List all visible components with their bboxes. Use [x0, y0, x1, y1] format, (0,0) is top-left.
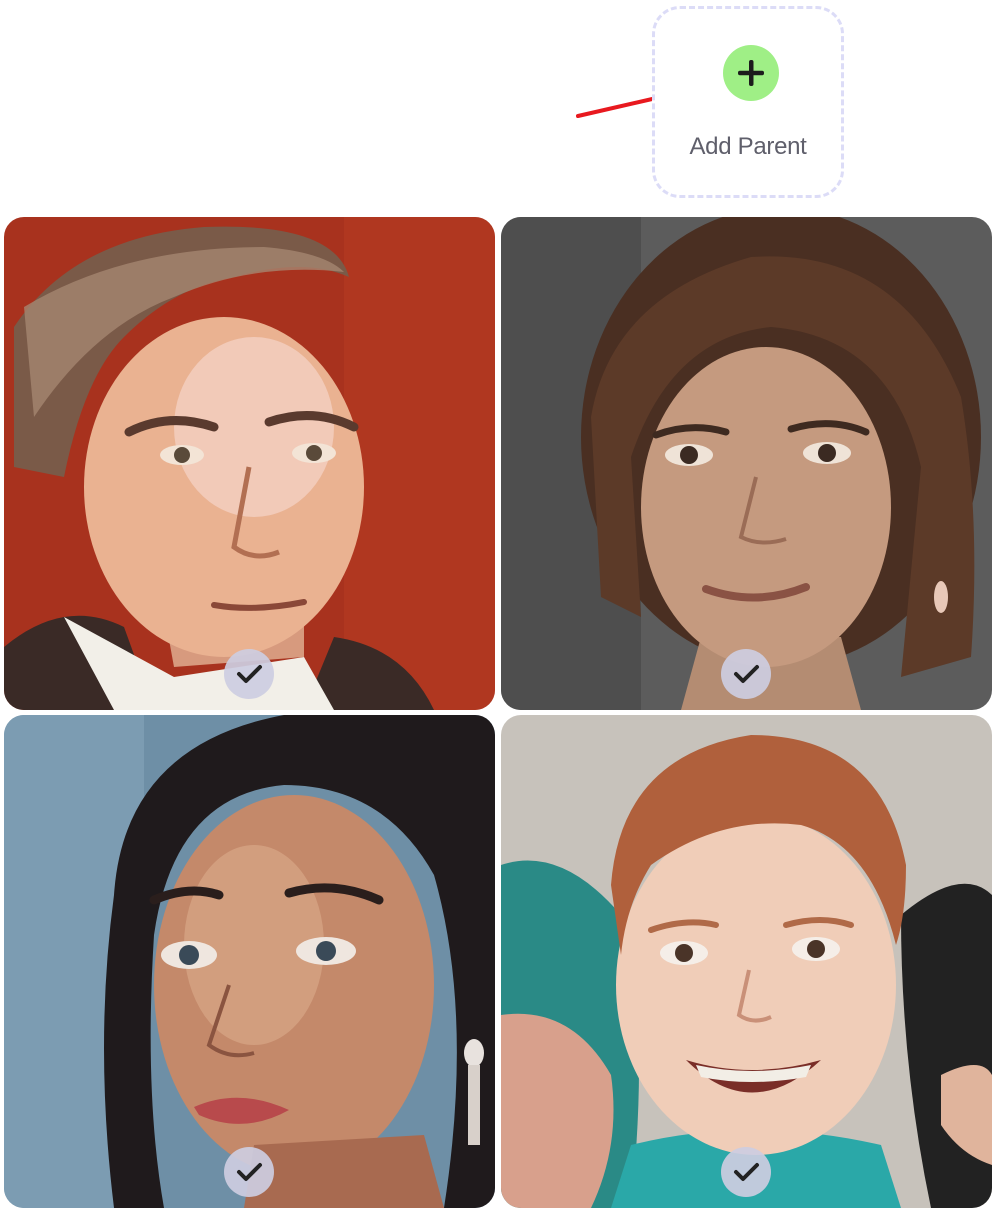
- portrait-image: [501, 715, 992, 1208]
- photo-tile[interactable]: [501, 715, 992, 1208]
- check-icon[interactable]: [224, 1147, 274, 1197]
- portrait-image: [4, 217, 495, 710]
- photo-tile[interactable]: [4, 217, 495, 710]
- check-icon[interactable]: [721, 649, 771, 699]
- check-icon[interactable]: [721, 1147, 771, 1197]
- photo-tile[interactable]: [501, 217, 992, 710]
- portrait-image: [501, 217, 992, 710]
- add-parent-button[interactable]: Add Parent: [652, 6, 844, 198]
- add-parent-label: Add Parent: [689, 133, 807, 160]
- check-icon[interactable]: [224, 649, 274, 699]
- photo-tile[interactable]: [4, 715, 495, 1208]
- plus-icon[interactable]: [723, 45, 779, 101]
- portrait-image: [4, 715, 495, 1208]
